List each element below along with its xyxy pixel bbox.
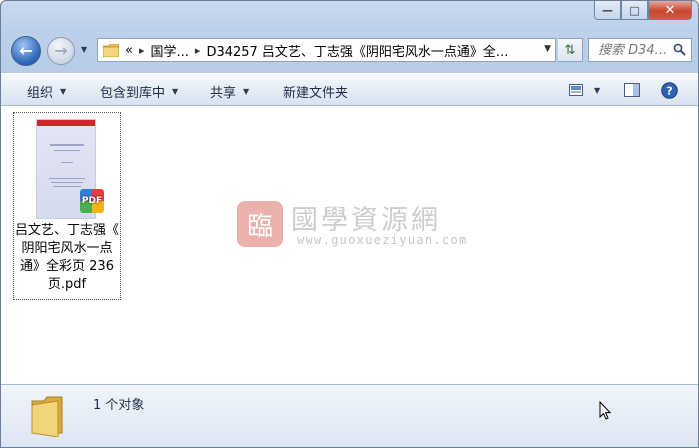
search-input[interactable]	[598, 42, 670, 58]
chevron-down-icon: ▼	[60, 87, 67, 96]
file-name-line: 页.pdf	[47, 277, 87, 292]
chevron-down-icon: ▼	[243, 87, 250, 96]
include-in-library-label: 包含到库中	[100, 86, 166, 101]
thumbnail-line	[61, 162, 73, 163]
back-arrow-icon: ←	[19, 41, 33, 60]
preview-pane-icon	[624, 83, 640, 97]
breadcrumb-item[interactable]: D34257 吕文艺、丁志强《阴阳宅风水一点通》全...	[206, 41, 508, 60]
thumbnail-line	[54, 150, 80, 151]
breadcrumb-separator-icon: ▸	[194, 43, 201, 57]
help-button[interactable]: ?	[661, 81, 678, 99]
thumbnail-line	[50, 144, 84, 146]
file-name-line: 通》全彩页 236	[20, 259, 114, 274]
recent-pages-chevron-down-icon[interactable]: ▼	[81, 45, 87, 54]
close-button[interactable]: ✕	[648, 1, 692, 20]
refresh-button[interactable]: ⇅	[558, 38, 583, 62]
minimize-button[interactable]: —	[594, 1, 621, 20]
breadcrumb-separator-icon: ▸	[138, 43, 145, 57]
pdf-icon: PDF	[80, 189, 104, 213]
change-view-button[interactable]: ▼	[569, 81, 600, 99]
help-icon: ?	[661, 81, 678, 99]
watermark-title: 國學資源網	[291, 205, 441, 236]
watermark-url: www.guoxueziyuan.com	[297, 233, 468, 247]
details-pane: 1 个对象	[1, 384, 698, 447]
thumbnail-header-band	[37, 120, 95, 126]
share-button[interactable]: 共享 ▼	[210, 82, 249, 101]
organize-button[interactable]: 组织 ▼	[27, 82, 66, 101]
minimize-icon: —	[602, 3, 613, 17]
thumbnail-line	[49, 178, 85, 179]
folder-icon	[31, 396, 63, 437]
watermark-seal-char: 臨	[246, 211, 273, 242]
file-name: 吕文艺、丁志强《 阴阳宅风水一点 通》全彩页 236 页.pdf	[14, 222, 120, 294]
forward-button[interactable]: →	[47, 37, 75, 65]
explorer-window: — □ ✕ ← → ▼ « ▸ 国学... ▸ D34257 吕文艺、丁志强《阴…	[0, 0, 699, 448]
watermark: 臨 國學資源網 www.guoxueziyuan.com	[237, 198, 469, 254]
share-label: 共享	[210, 86, 237, 101]
organize-label: 组织	[27, 86, 54, 101]
search-icon[interactable]	[673, 43, 686, 56]
chevron-down-icon: ▼	[172, 87, 179, 96]
file-name-line: 吕文艺、丁志强《	[14, 223, 119, 238]
view-icon	[569, 84, 583, 96]
close-icon: ✕	[664, 2, 676, 18]
forward-arrow-icon: →	[54, 41, 68, 60]
include-in-library-button[interactable]: 包含到库中 ▼	[100, 82, 178, 101]
file-name-line: 阴阳宅风水一点	[21, 241, 113, 256]
new-folder-label: 新建文件夹	[283, 86, 349, 101]
svg-text:?: ?	[666, 84, 672, 97]
breadcrumb-overflow[interactable]: «	[125, 43, 133, 58]
caption-buttons: — □ ✕	[594, 1, 692, 20]
thumbnail-line	[51, 182, 83, 183]
file-item[interactable]: PDF 吕文艺、丁志强《 阴阳宅风水一点 通》全彩页 236 页.pdf	[13, 112, 121, 300]
search-box[interactable]	[588, 38, 692, 62]
folder-icon	[103, 43, 119, 57]
watermark-seal-icon: 臨	[237, 201, 283, 247]
item-count: 1 个对象	[93, 398, 145, 413]
preview-pane-button[interactable]	[624, 81, 640, 99]
address-history-chevron-down-icon[interactable]: ▼	[544, 44, 551, 54]
mouse-cursor-icon	[599, 401, 611, 420]
thumbnail-line	[53, 186, 81, 187]
refresh-icon: ⇅	[564, 42, 576, 58]
file-list-view[interactable]: PDF 吕文艺、丁志强《 阴阳宅风水一点 通》全彩页 236 页.pdf 臨 國…	[1, 106, 698, 384]
maximize-icon: □	[629, 3, 640, 17]
pdf-badge-label: PDF	[81, 196, 103, 206]
new-folder-button[interactable]: 新建文件夹	[283, 82, 348, 101]
chevron-down-icon[interactable]: ▼	[594, 86, 600, 95]
maximize-button[interactable]: □	[621, 1, 648, 20]
address-bar[interactable]: « ▸ 国学... ▸ D34257 吕文艺、丁志强《阴阳宅风水一点通》全...…	[97, 38, 556, 62]
back-button[interactable]: ←	[11, 36, 41, 66]
command-bar: 组织 ▼ 包含到库中 ▼ 共享 ▼ 新建文件夹 ▼ ?	[1, 73, 698, 106]
breadcrumb-item[interactable]: 国学...	[151, 41, 189, 60]
